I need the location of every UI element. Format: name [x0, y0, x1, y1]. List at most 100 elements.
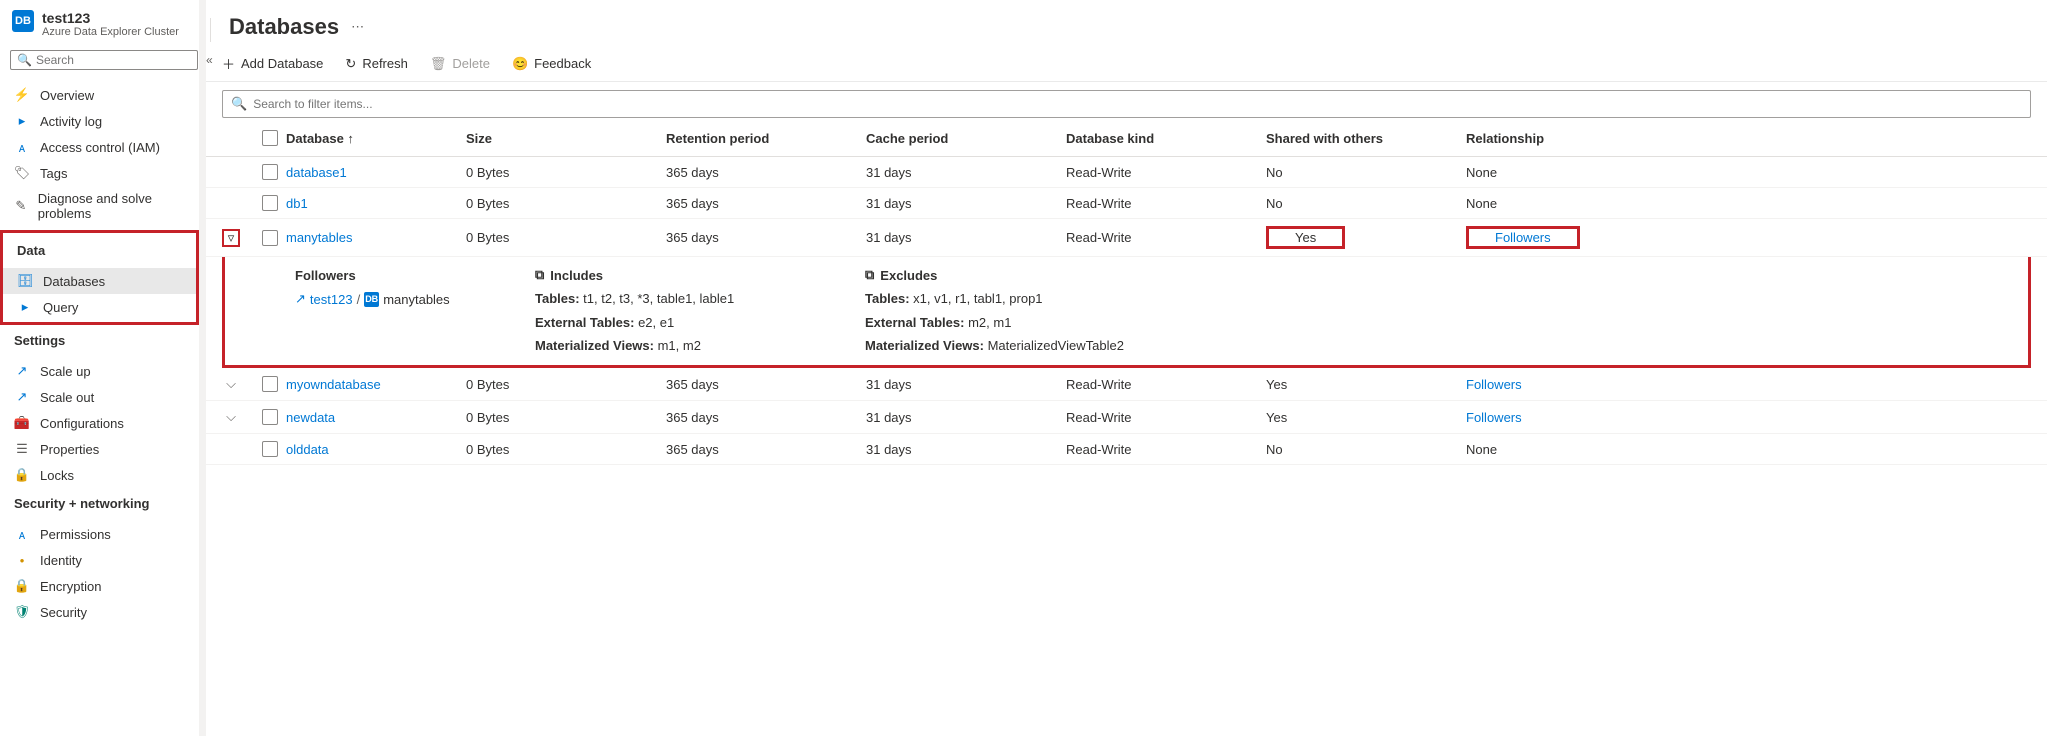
col-cache[interactable]: Cache period: [866, 131, 1066, 146]
menu-icon: ᴀ: [14, 526, 30, 542]
row-checkbox[interactable]: [262, 409, 278, 425]
menu-icon: 🔒: [14, 467, 30, 483]
relationship-link[interactable]: Followers: [1466, 410, 1522, 425]
col-relationship[interactable]: Relationship: [1466, 131, 1666, 146]
sidebar-item-diagnose-and-solve-problems[interactable]: ✎ Diagnose and solve problems: [0, 186, 199, 226]
includes-mv: Materialized Views: m1, m2: [535, 338, 835, 353]
sidebar-search[interactable]: 🔍: [10, 50, 198, 70]
sidebar-item-properties[interactable]: ☰Properties: [0, 436, 199, 462]
refresh-button[interactable]: ↻Refresh: [345, 56, 407, 72]
col-retention[interactable]: Retention period: [666, 131, 866, 146]
follower-cluster-link[interactable]: ↗ test123 / DB manytables: [295, 291, 505, 307]
sidebar-item-configurations[interactable]: 🧰Configurations: [0, 410, 199, 436]
sidebar-item-locks[interactable]: 🔒 Locks: [0, 462, 199, 488]
db-badge-icon: DB: [364, 292, 379, 307]
row-checkbox[interactable]: [262, 195, 278, 211]
sidebar-item-label: Query: [43, 300, 78, 315]
row-checkbox[interactable]: [262, 376, 278, 392]
expand-toggle[interactable]: ⌵: [222, 375, 240, 393]
relationship-link[interactable]: Followers: [1495, 230, 1551, 245]
table-row: database10 Bytes365 days31 daysRead-Writ…: [206, 157, 2047, 188]
row-checkbox[interactable]: [262, 441, 278, 457]
sidebar-item-access-control-iam-[interactable]: ᴀAccess control (IAM): [0, 134, 199, 160]
menu-icon: ⚡: [14, 87, 30, 103]
feedback-button[interactable]: 😊Feedback: [512, 56, 591, 72]
delete-button: 🗑Delete: [430, 56, 490, 72]
cell-size: 0 Bytes: [466, 410, 666, 425]
row-checkbox[interactable]: [262, 230, 278, 246]
expand-toggle[interactable]: ⌵: [222, 408, 240, 426]
select-all-checkbox[interactable]: [262, 130, 278, 146]
menu-icon: ↗: [14, 363, 30, 379]
col-shared[interactable]: Shared with others: [1266, 131, 1466, 146]
database-link[interactable]: newdata: [286, 410, 466, 425]
cell-shared: No: [1266, 196, 1283, 211]
cell-relationship: None: [1466, 196, 1497, 211]
more-actions[interactable]: ⋯: [351, 19, 364, 35]
sidebar-item-label: Diagnose and solve problems: [38, 191, 185, 221]
table-row: ⌵newdata0 Bytes365 days31 daysRead-Write…: [206, 401, 2047, 434]
database-link[interactable]: db1: [286, 196, 466, 211]
database-link[interactable]: olddata: [286, 442, 466, 457]
sidebar-item-encryption[interactable]: 🔒Encryption: [0, 573, 199, 599]
panel-head-excludes: ⧉ Excludes: [865, 267, 1165, 283]
cell-retention: 365 days: [666, 165, 866, 180]
sidebar-item-overview[interactable]: ⚡Overview: [0, 82, 199, 108]
col-database[interactable]: Database ↑: [286, 131, 466, 146]
sidebar-item-security[interactable]: 🛡Security: [0, 599, 199, 625]
filter-input[interactable]: [253, 97, 2022, 111]
menu-icon: ▸: [14, 113, 30, 129]
col-kind[interactable]: Database kind: [1066, 131, 1266, 146]
cell-cache: 31 days: [866, 165, 1066, 180]
cell-shared: Yes: [1266, 377, 1287, 392]
sidebar-item-permissions[interactable]: ᴀPermissions: [0, 521, 199, 547]
cell-cache: 31 days: [866, 377, 1066, 392]
sidebar: DB test123 Azure Data Explorer Cluster 🔍…: [0, 0, 200, 736]
excludes-external: External Tables: m2, m1: [865, 315, 1165, 330]
cell-relationship: None: [1466, 442, 1497, 457]
sidebar-item-label: Scale out: [40, 390, 94, 405]
sidebar-item-label: Encryption: [40, 579, 101, 594]
table-row: ▿manytables0 Bytes365 days31 daysRead-Wr…: [206, 219, 2047, 257]
sidebar-item-scale-up[interactable]: ↗Scale up: [0, 358, 199, 384]
sidebar-item-activity-log[interactable]: ▸Activity log: [0, 108, 199, 134]
excludes-mv: Materialized Views: MaterializedViewTabl…: [865, 338, 1165, 353]
database-link[interactable]: database1: [286, 165, 466, 180]
section-data: Data: [3, 235, 196, 262]
relationship-link[interactable]: Followers: [1466, 377, 1522, 392]
sidebar-item-label: Locks: [40, 468, 74, 483]
menu-icon: 🗄: [17, 273, 33, 289]
filter-input-box[interactable]: 🔍: [222, 90, 2031, 118]
sidebar-item-query[interactable]: ▸Query: [3, 294, 196, 320]
cell-cache: 31 days: [866, 410, 1066, 425]
cell-size: 0 Bytes: [466, 377, 666, 392]
cell-retention: 365 days: [666, 442, 866, 457]
sidebar-search-input[interactable]: [36, 53, 191, 67]
sidebar-item-scale-out[interactable]: ↗ Scale out: [0, 384, 199, 410]
cell-kind: Read-Write: [1066, 442, 1266, 457]
cluster-subtitle: Azure Data Explorer Cluster: [42, 26, 179, 38]
refresh-icon: ↻: [345, 56, 356, 72]
add-database-button[interactable]: ＋Add Database: [222, 54, 323, 73]
table-row: olddata0 Bytes365 days31 daysRead-WriteN…: [206, 434, 2047, 465]
col-size[interactable]: Size: [466, 131, 666, 146]
menu-icon: •: [14, 552, 30, 568]
database-link[interactable]: myowndatabase: [286, 377, 466, 392]
cell-shared: Yes: [1266, 410, 1287, 425]
menu-icon: ✎: [14, 198, 28, 214]
cluster-icon: DB: [12, 10, 34, 32]
expand-toggle[interactable]: ▿: [222, 229, 240, 247]
database-link[interactable]: manytables: [286, 230, 466, 245]
menu-icon: ↗: [14, 389, 30, 405]
cell-kind: Read-Write: [1066, 196, 1266, 211]
sidebar-item-label: Security: [40, 605, 87, 620]
row-checkbox[interactable]: [262, 164, 278, 180]
cell-size: 0 Bytes: [466, 442, 666, 457]
cell-shared: Yes: [1266, 226, 1345, 249]
sidebar-item-identity[interactable]: •Identity: [0, 547, 199, 573]
cell-shared: No: [1266, 165, 1283, 180]
sidebar-item-tags[interactable]: 🏷Tags: [0, 160, 199, 186]
table-row: ⌵myowndatabase0 Bytes365 days31 daysRead…: [206, 368, 2047, 401]
cluster-name: test123: [42, 10, 179, 26]
sidebar-item-databases[interactable]: 🗄Databases: [3, 268, 196, 294]
